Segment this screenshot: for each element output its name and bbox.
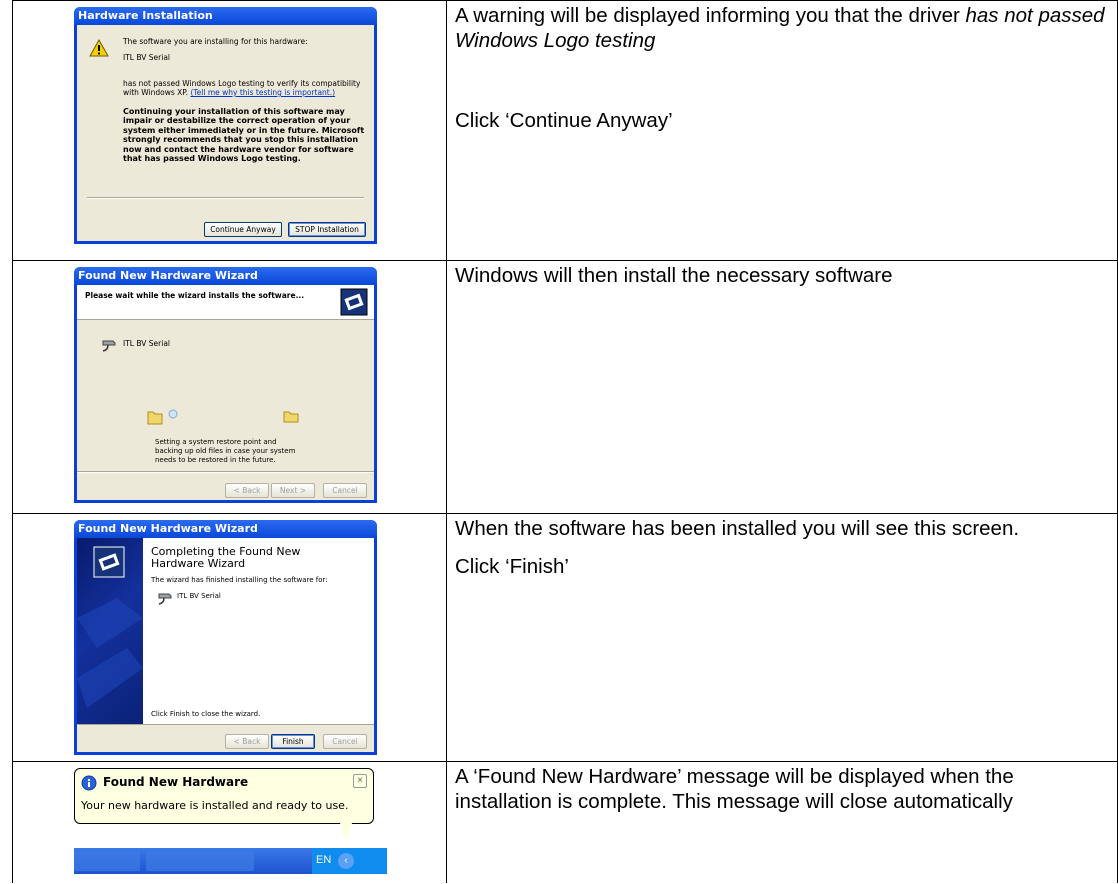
folder-source-icon bbox=[147, 409, 178, 425]
table-row: Found New Hardware Wizard Please wait wh… bbox=[12, 261, 1118, 514]
separator bbox=[77, 471, 374, 473]
balloon-title: Found New Hardware bbox=[103, 775, 249, 789]
back-button[interactable]: < Back bbox=[225, 734, 269, 749]
column-divider bbox=[446, 1, 447, 260]
taskbar-notification: Found New Hardware × Your new hardware i… bbox=[74, 768, 387, 874]
finish-button[interactable]: Finish bbox=[271, 734, 315, 749]
description-p1: Windows will then install the necessary … bbox=[455, 264, 893, 287]
dialog-line1: The software you are installing for this… bbox=[123, 37, 308, 46]
taskbar-button[interactable] bbox=[146, 851, 254, 871]
taskbar: EN ‹ bbox=[74, 848, 387, 874]
serial-device-icon bbox=[158, 593, 172, 605]
row-description: When the software has been installed you… bbox=[455, 516, 1107, 579]
back-button[interactable]: < Back bbox=[225, 483, 269, 498]
language-indicator[interactable]: EN bbox=[316, 854, 331, 866]
progress-status: Setting a system restore point and backi… bbox=[155, 438, 296, 464]
wizard-heading: Completing the Found New Hardware Wizard bbox=[151, 545, 301, 570]
warning-icon bbox=[89, 39, 109, 57]
wizard-header-text: Please wait while the wizard installs th… bbox=[85, 291, 305, 300]
cancel-button[interactable]: Cancel bbox=[323, 483, 367, 498]
logo-paragraph: has not passed Windows Logo testing to v… bbox=[123, 79, 363, 97]
column-divider bbox=[446, 514, 447, 761]
instruction-table: Hardware Installation The software you a… bbox=[12, 0, 1118, 883]
wizard-side-panel bbox=[77, 538, 143, 724]
wizard-close-text: Click Finish to close the wizard. bbox=[151, 710, 261, 718]
description-text: A warning will be displayed informing yo… bbox=[455, 4, 966, 27]
description-p1: When the software has been installed you… bbox=[455, 517, 1020, 540]
taskbar-button[interactable] bbox=[74, 851, 140, 871]
wizard-hardware-icon bbox=[93, 546, 125, 578]
dialog-title: Found New Hardware Wizard bbox=[74, 520, 377, 538]
row-description: A warning will be displayed informing yo… bbox=[455, 3, 1107, 133]
wizard-finished-text: The wizard has finished installing the s… bbox=[151, 576, 328, 584]
hardware-installation-dialog: Hardware Installation The software you a… bbox=[74, 7, 377, 244]
dialog-title: Hardware Installation bbox=[74, 7, 377, 25]
next-button[interactable]: Next > bbox=[271, 483, 315, 498]
side-panel-decoration bbox=[77, 598, 143, 708]
info-icon bbox=[81, 775, 97, 791]
table-row: Found New Hardware Wizard Completing the… bbox=[12, 514, 1118, 762]
row-description: Windows will then install the necessary … bbox=[455, 263, 1107, 288]
description-p2: Click ‘Finish’ bbox=[455, 555, 569, 578]
row-description: A ‘Found New Hardware’ message will be d… bbox=[455, 764, 1107, 814]
separator bbox=[87, 197, 364, 199]
completing-wizard-dialog: Found New Hardware Wizard Completing the… bbox=[74, 520, 377, 755]
continue-anyway-button[interactable]: Continue Anyway bbox=[204, 222, 282, 237]
table-row: Hardware Installation The software you a… bbox=[12, 0, 1118, 261]
dialog-title: Found New Hardware Wizard bbox=[74, 267, 377, 285]
device-name: ITL BV Serial bbox=[123, 339, 171, 348]
tray-chevron-icon[interactable]: ‹ bbox=[338, 853, 354, 869]
description-p2: Click ‘Continue Anyway’ bbox=[455, 109, 673, 132]
description-p1: A ‘Found New Hardware’ message will be d… bbox=[455, 765, 1014, 813]
wizard-header: Please wait while the wizard installs th… bbox=[77, 285, 374, 320]
column-divider bbox=[446, 762, 447, 883]
serial-device-icon bbox=[102, 340, 116, 352]
tell-me-why-link[interactable]: (Tell me why this testing is important.) bbox=[190, 88, 335, 97]
warning-paragraph: Continuing your installation of this sof… bbox=[123, 107, 365, 164]
description-p1: A warning will be displayed informing yo… bbox=[455, 3, 1107, 53]
table-row: Found New Hardware × Your new hardware i… bbox=[12, 762, 1118, 883]
device-name: ITL BV Serial bbox=[177, 592, 221, 600]
folder-destination-icon bbox=[283, 411, 299, 423]
notification-balloon: Found New Hardware × Your new hardware i… bbox=[74, 768, 374, 824]
balloon-tail bbox=[340, 823, 352, 841]
device-name: ITL BV Serial bbox=[123, 53, 171, 62]
balloon-close-button[interactable]: × bbox=[353, 774, 367, 788]
stop-installation-button[interactable]: STOP Installation bbox=[288, 222, 366, 237]
balloon-message: Your new hardware is installed and ready… bbox=[81, 799, 349, 812]
column-divider bbox=[446, 261, 447, 513]
installing-wizard-dialog: Found New Hardware Wizard Please wait wh… bbox=[74, 267, 377, 503]
wizard-hardware-icon bbox=[340, 288, 368, 316]
cancel-button[interactable]: Cancel bbox=[323, 734, 367, 749]
